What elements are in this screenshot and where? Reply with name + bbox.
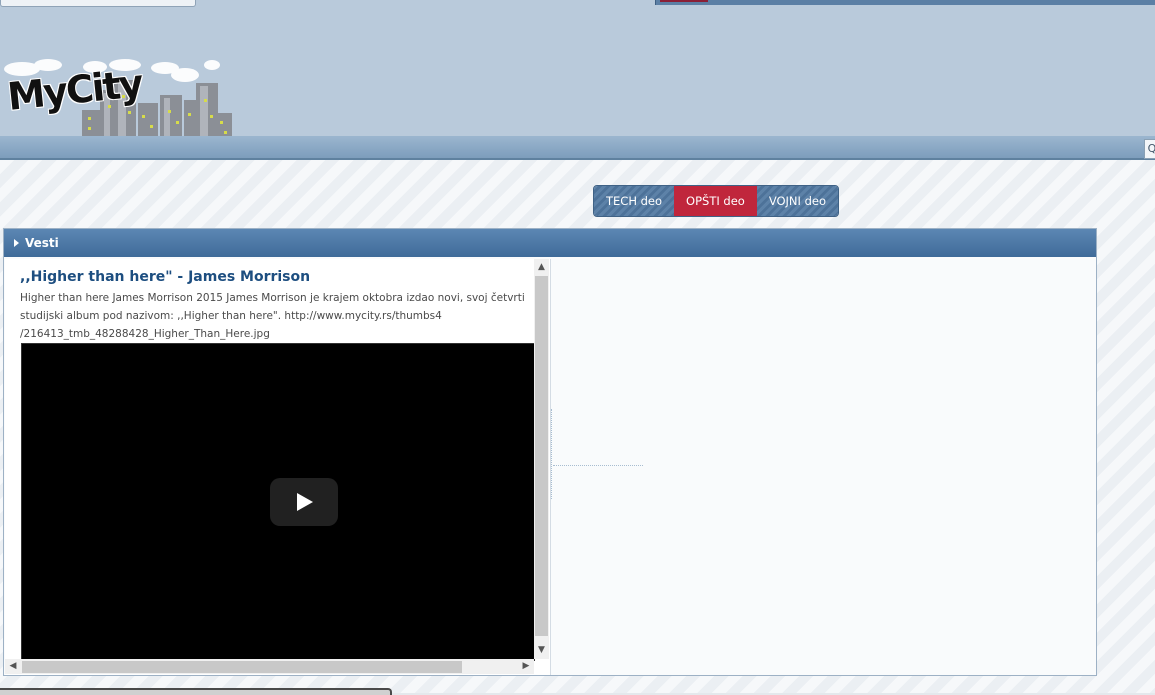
horizontal-scrollbar[interactable]: ◀ ▶ bbox=[5, 659, 534, 674]
top-right-accent bbox=[660, 0, 708, 2]
panel-header[interactable]: Vesti bbox=[4, 229, 1096, 257]
site-header: MyCity Q bbox=[0, 0, 1155, 160]
article-text: Higher than here James Morrison 2015 Jam… bbox=[20, 292, 525, 340]
scroll-down-icon[interactable]: ▼ bbox=[534, 642, 549, 658]
scroll-right-icon[interactable]: ▶ bbox=[518, 659, 534, 674]
section-tabs: TECH deo OPŠTI deo VOJNI deo bbox=[593, 185, 839, 217]
tab-vojni[interactable]: VOJNI deo bbox=[756, 186, 838, 216]
news-pane: ,,Higher than here" - James Morrison Hig… bbox=[5, 259, 551, 675]
side-pane bbox=[551, 259, 1095, 675]
news-panel: Vesti ,,Higher than here" - James Morris… bbox=[3, 228, 1097, 676]
bottom-window-edge bbox=[0, 688, 392, 695]
horizontal-scroll-thumb[interactable] bbox=[22, 661, 462, 673]
top-right-bar bbox=[655, 0, 1155, 5]
article-title[interactable]: ,,Higher than here" - James Morrison bbox=[20, 269, 534, 285]
vertical-scroll-thumb[interactable] bbox=[535, 276, 548, 636]
tab-tech[interactable]: TECH deo bbox=[594, 186, 675, 216]
search-icon[interactable]: Q bbox=[1144, 139, 1155, 159]
vertical-scrollbar[interactable]: ▲ ▼ bbox=[534, 259, 549, 659]
news-article: ,,Higher than here" - James Morrison Hig… bbox=[20, 259, 534, 343]
divider-horizontal bbox=[553, 465, 643, 466]
top-left-tab[interactable] bbox=[0, 0, 196, 7]
scroll-up-icon[interactable]: ▲ bbox=[534, 259, 549, 275]
play-icon[interactable] bbox=[270, 478, 338, 526]
divider-vertical bbox=[551, 409, 552, 499]
content-area: TECH deo OPŠTI deo VOJNI deo Vesti ,,Hig… bbox=[0, 160, 1155, 693]
triangle-right-icon bbox=[14, 239, 19, 247]
video-player[interactable] bbox=[21, 343, 535, 661]
scroll-left-icon[interactable]: ◀ bbox=[5, 659, 21, 674]
panel-title: Vesti bbox=[25, 236, 59, 250]
tab-opsti[interactable]: OPŠTI deo bbox=[674, 186, 757, 216]
header-band bbox=[0, 136, 1155, 160]
